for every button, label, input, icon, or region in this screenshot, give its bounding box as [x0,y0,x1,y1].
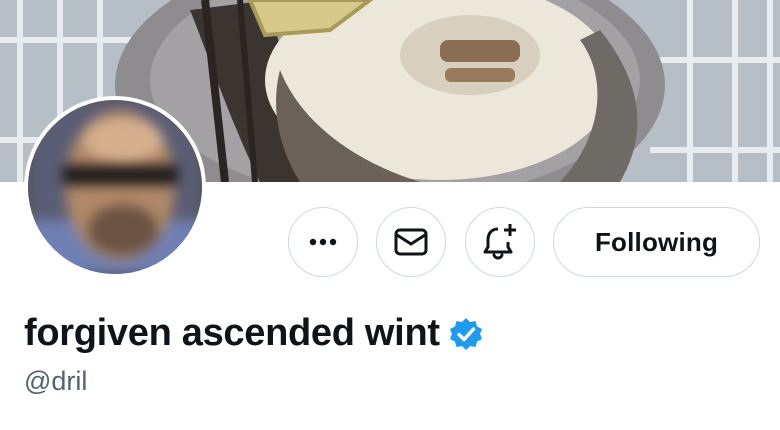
message-button[interactable] [376,207,446,277]
more-horizontal-icon [309,238,337,246]
user-handle: @dril [24,366,88,396]
following-button[interactable]: Following [553,207,760,277]
notifications-button[interactable] [465,207,535,277]
verified-badge-icon[interactable] [448,316,484,352]
profile-name-row: forgiven ascended wint [24,312,484,355]
profile-avatar[interactable] [24,96,206,278]
bell-plus-icon [483,224,516,260]
more-options-button[interactable] [288,207,358,277]
avatar-image [28,100,202,274]
envelope-icon [394,228,428,256]
following-button-label: Following [594,226,719,257]
display-name: forgiven ascended wint [24,312,440,354]
